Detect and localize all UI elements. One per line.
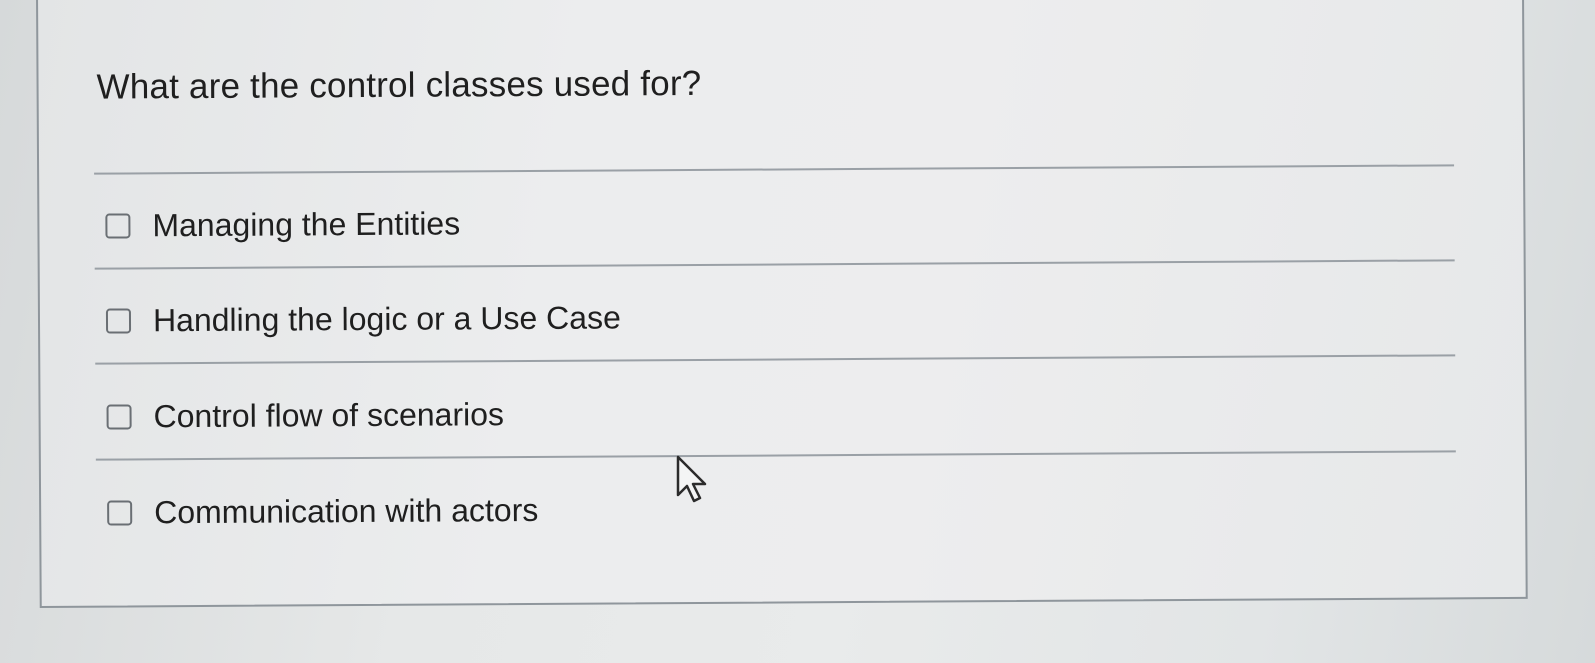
checkbox-unchecked-icon[interactable]	[105, 212, 131, 239]
option-label: Communication with actors	[154, 491, 539, 530]
option-communication-actors[interactable]: Communication with actors	[107, 490, 538, 533]
option-handling-logic[interactable]: Handling the logic or a Use Case	[105, 297, 621, 340]
mouse-pointer-icon	[676, 455, 707, 503]
question-card: What are the control classes used for? M…	[36, 0, 1528, 608]
option-control-flow[interactable]: Control flow of scenarios	[106, 394, 504, 436]
option-divider	[94, 259, 1455, 270]
option-divider	[94, 164, 1455, 175]
option-label: Handling the logic or a Use Case	[152, 298, 621, 338]
option-divider	[95, 354, 1456, 365]
question-text: What are the control classes used for?	[96, 63, 702, 107]
checkbox-unchecked-icon[interactable]	[107, 499, 133, 526]
option-label: Managing the Entities	[152, 204, 461, 243]
checkbox-unchecked-icon[interactable]	[105, 307, 132, 334]
option-label: Control flow of scenarios	[153, 395, 505, 434]
checkbox-unchecked-icon[interactable]	[106, 403, 132, 430]
option-divider	[95, 450, 1456, 461]
option-managing-entities[interactable]: Managing the Entities	[105, 203, 460, 245]
